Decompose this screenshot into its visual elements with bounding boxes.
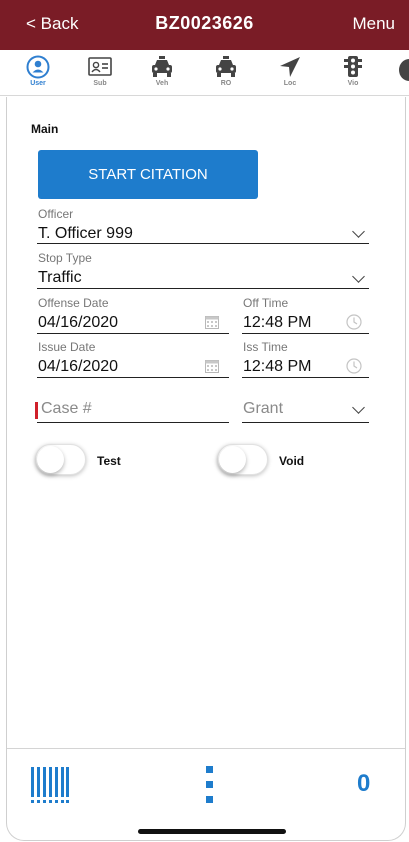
test-toggle[interactable] bbox=[35, 444, 86, 475]
grant-dropdown[interactable]: Grant bbox=[242, 398, 369, 423]
stop-type-value: Traffic bbox=[38, 269, 82, 286]
officer-value: T. Officer 999 bbox=[38, 225, 133, 242]
citation-count: 0 bbox=[357, 770, 371, 797]
issue-date-field[interactable]: Issue Date 04/16/2020 bbox=[37, 340, 229, 378]
case-number-placeholder: Case # bbox=[41, 400, 92, 417]
off-time-label: Off Time bbox=[243, 296, 289, 310]
user-circle-icon bbox=[26, 55, 50, 79]
id-card-icon bbox=[88, 57, 112, 76]
tab-label: Veh bbox=[155, 80, 169, 87]
tab-label: Loc bbox=[283, 80, 297, 87]
calendar-icon[interactable] bbox=[205, 359, 219, 373]
issue-date-label: Issue Date bbox=[38, 340, 96, 354]
offense-date-value: 04/16/2020 bbox=[38, 314, 119, 331]
stop-type-label: Stop Type bbox=[38, 251, 92, 265]
void-toggle-label: Void bbox=[279, 454, 305, 468]
traffic-light-icon bbox=[344, 56, 362, 77]
test-toggle-label: Test bbox=[97, 454, 121, 468]
tab-overflow-partial[interactable] bbox=[399, 59, 409, 81]
officer-dropdown[interactable]: Officer T. Officer 999 bbox=[37, 207, 369, 244]
tab-sub[interactable]: Sub bbox=[75, 55, 125, 95]
stop-type-dropdown[interactable]: Stop Type Traffic bbox=[37, 251, 369, 289]
tab-user[interactable]: User bbox=[13, 55, 63, 95]
more-vertical-icon[interactable] bbox=[206, 766, 214, 804]
barcode-scan-icon[interactable] bbox=[30, 767, 72, 805]
tab-label: RO bbox=[220, 80, 232, 87]
location-arrow-icon bbox=[280, 57, 300, 77]
section-tab-bar: User Sub Veh RO Loc Vio bbox=[0, 50, 409, 96]
issue-date-value: 04/16/2020 bbox=[38, 358, 119, 375]
car-icon bbox=[152, 56, 172, 77]
car-icon bbox=[216, 56, 236, 77]
iss-time-value: 12:48 PM bbox=[243, 358, 312, 375]
tab-loc[interactable]: Loc bbox=[265, 55, 315, 95]
chevron-down-icon bbox=[352, 270, 365, 283]
toggle-knob bbox=[219, 446, 246, 473]
menu-button[interactable]: Menu bbox=[352, 14, 395, 34]
tab-label: Vio bbox=[347, 80, 359, 87]
home-indicator[interactable] bbox=[138, 829, 286, 834]
tab-label: User bbox=[30, 80, 46, 87]
tab-label: Sub bbox=[93, 80, 107, 87]
app-header: < Back BZ0023626 Menu bbox=[0, 0, 409, 50]
tab-ro[interactable]: RO bbox=[201, 55, 251, 95]
void-toggle[interactable] bbox=[217, 444, 268, 475]
start-citation-button[interactable]: START CITATION bbox=[38, 150, 258, 199]
chevron-down-icon bbox=[352, 225, 365, 238]
officer-label: Officer bbox=[38, 207, 74, 221]
tab-vio[interactable]: Vio bbox=[328, 55, 378, 95]
toggle-knob bbox=[37, 446, 64, 473]
case-number-input[interactable]: Case # bbox=[37, 398, 229, 423]
tab-veh[interactable]: Veh bbox=[137, 55, 187, 95]
calendar-icon[interactable] bbox=[205, 315, 219, 329]
iss-time-label: Iss Time bbox=[243, 340, 288, 354]
off-time-field[interactable]: Off Time 12:48 PM bbox=[242, 296, 369, 334]
off-time-value: 12:48 PM bbox=[243, 314, 312, 331]
offense-date-field[interactable]: Offense Date 04/16/2020 bbox=[37, 296, 229, 334]
chevron-down-icon bbox=[352, 401, 365, 414]
clock-icon[interactable] bbox=[346, 358, 362, 374]
clock-icon[interactable] bbox=[346, 314, 362, 330]
section-title: Main bbox=[31, 122, 59, 136]
iss-time-field[interactable]: Iss Time 12:48 PM bbox=[242, 340, 369, 378]
grant-placeholder: Grant bbox=[243, 400, 284, 417]
page-title: BZ0023626 bbox=[155, 13, 254, 33]
offense-date-label: Offense Date bbox=[38, 296, 109, 310]
